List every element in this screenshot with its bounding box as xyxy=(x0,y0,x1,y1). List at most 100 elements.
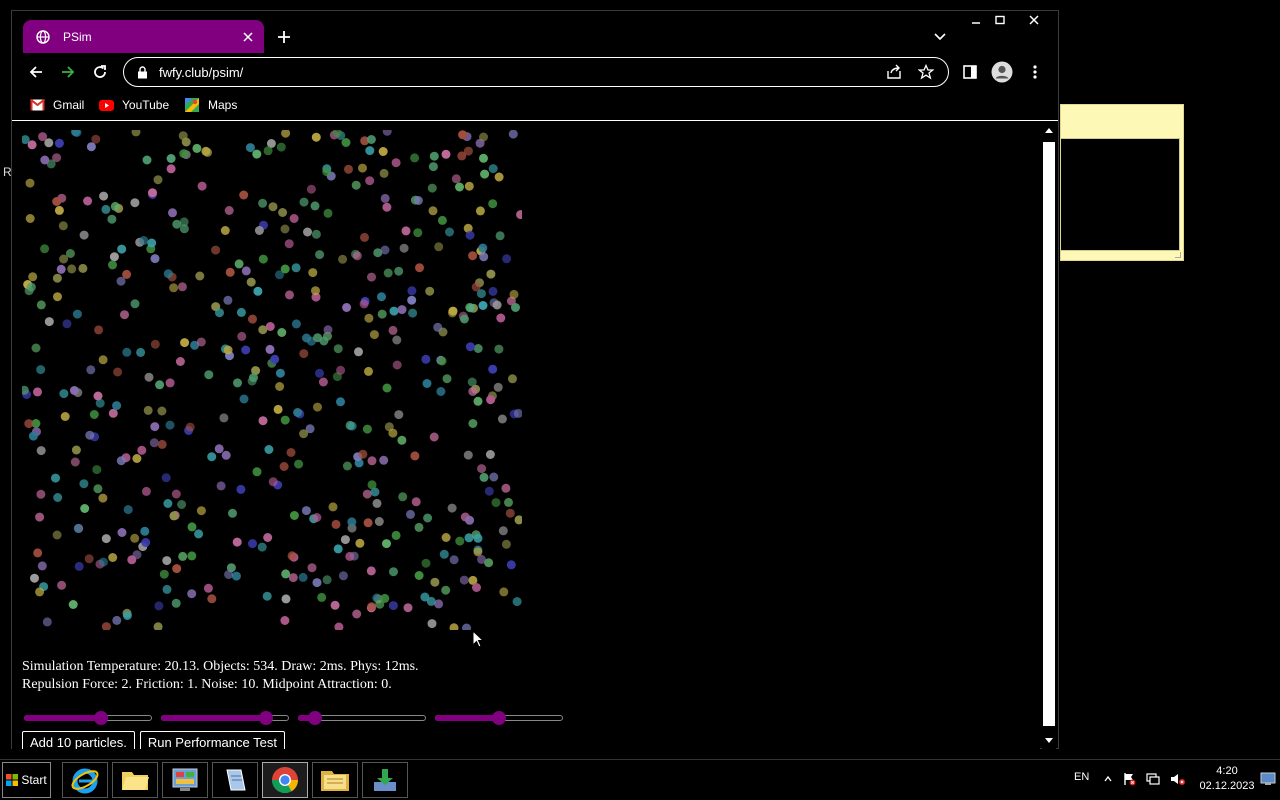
language-indicator[interactable]: EN xyxy=(1074,771,1089,783)
particle xyxy=(231,571,241,581)
chrome-icon[interactable] xyxy=(262,762,308,798)
particle xyxy=(291,263,301,273)
sticky-note-body[interactable] xyxy=(1061,138,1180,251)
bookmark-star-icon[interactable] xyxy=(916,62,936,82)
url-text[interactable]: fwfy.club/psim/ xyxy=(159,65,884,80)
particle xyxy=(307,563,317,573)
side-panel-icon[interactable] xyxy=(960,62,980,82)
particle xyxy=(336,365,346,375)
particle xyxy=(512,597,522,607)
particle xyxy=(347,421,357,431)
particle xyxy=(479,153,488,163)
show-desktop-icon[interactable] xyxy=(1259,770,1277,788)
bookmark-youtube[interactable]: YouTube xyxy=(98,97,169,113)
download-icon[interactable] xyxy=(362,762,408,798)
particle xyxy=(211,245,221,255)
bookmark-maps[interactable]: Maps xyxy=(184,97,237,113)
particle xyxy=(301,506,311,516)
particle xyxy=(37,561,47,571)
particle xyxy=(101,534,111,544)
particle xyxy=(86,142,96,152)
midpoint-attraction-slider[interactable] xyxy=(435,710,563,726)
maximize-icon[interactable] xyxy=(988,11,1012,29)
vertical-scrollbar[interactable] xyxy=(1042,122,1056,749)
particle xyxy=(468,419,478,428)
particle xyxy=(71,445,81,455)
particle xyxy=(423,513,433,523)
close-tab-icon[interactable] xyxy=(240,29,256,45)
browser-toolbar: fwfy.club/psim/ xyxy=(12,53,1058,91)
particle xyxy=(479,132,488,142)
particle xyxy=(479,472,489,482)
particle xyxy=(258,325,268,335)
particle xyxy=(98,355,108,365)
particle xyxy=(268,202,278,212)
particle xyxy=(367,272,376,282)
particle xyxy=(303,227,312,237)
particle xyxy=(392,335,402,345)
action-center-warning-icon[interactable] xyxy=(1121,771,1137,787)
menu-kebab-icon[interactable] xyxy=(1025,62,1045,82)
back-arrow-icon[interactable] xyxy=(26,62,46,82)
particle xyxy=(488,286,498,296)
profile-avatar-icon[interactable] xyxy=(990,60,1014,84)
particle xyxy=(494,172,504,182)
particle xyxy=(377,292,386,302)
internet-explorer-icon[interactable] xyxy=(62,762,108,798)
particle xyxy=(136,347,146,357)
scroll-down-icon[interactable] xyxy=(1045,738,1053,743)
new-tab-icon[interactable] xyxy=(274,27,294,47)
particle xyxy=(207,594,217,604)
particle xyxy=(263,533,273,542)
share-icon[interactable] xyxy=(884,62,904,82)
scroll-up-icon[interactable] xyxy=(1045,128,1053,133)
repulsion-force-slider[interactable] xyxy=(24,710,152,726)
friction-slider[interactable] xyxy=(161,710,289,726)
minimize-icon[interactable] xyxy=(964,11,988,29)
particle xyxy=(427,183,437,193)
particle xyxy=(362,424,372,434)
start-button[interactable]: Start xyxy=(2,762,51,798)
particle xyxy=(389,306,399,316)
sticky-note[interactable] xyxy=(1060,104,1184,261)
address-bar[interactable]: fwfy.club/psim/ xyxy=(123,57,949,87)
network-icon[interactable] xyxy=(1145,771,1161,787)
particle xyxy=(397,305,407,315)
particle xyxy=(95,398,105,408)
particle xyxy=(504,497,513,507)
particle xyxy=(157,439,167,449)
add-particles-button[interactable]: Add 10 particles. xyxy=(22,731,135,749)
volume-muted-icon[interactable] xyxy=(1170,771,1186,787)
forward-arrow-icon[interactable] xyxy=(58,62,78,82)
show-hidden-icons-chevron-icon[interactable] xyxy=(1100,771,1116,787)
run-performance-test-button[interactable]: Run Performance Test xyxy=(139,731,285,749)
scrollbar-thumb[interactable] xyxy=(1043,142,1055,726)
particle xyxy=(365,176,375,186)
tab-psim[interactable]: PSim xyxy=(23,20,264,53)
close-window-icon[interactable] xyxy=(1022,11,1046,29)
tab-search-chevron-icon[interactable] xyxy=(930,27,950,47)
system-clock[interactable]: 4:20 02.12.2023 xyxy=(1196,764,1258,794)
particle xyxy=(299,197,309,207)
folder-icon[interactable] xyxy=(112,762,158,798)
particle xyxy=(382,539,391,549)
file-explorer-icon[interactable] xyxy=(312,762,358,798)
particle xyxy=(342,303,352,312)
particle-simulation-canvas[interactable] xyxy=(22,130,522,630)
particle xyxy=(122,611,132,620)
bookmark-gmail[interactable]: Gmail xyxy=(29,97,84,113)
notepad-icon[interactable] xyxy=(212,762,258,798)
resize-grip-icon[interactable] xyxy=(1175,252,1181,258)
particle xyxy=(380,193,390,203)
particle xyxy=(333,544,343,554)
noise-slider[interactable] xyxy=(298,710,426,726)
particle xyxy=(252,467,262,477)
control-panel-icon[interactable] xyxy=(162,762,208,798)
particle xyxy=(360,232,369,242)
reload-icon[interactable] xyxy=(90,62,110,82)
lock-icon[interactable] xyxy=(136,65,148,79)
particle xyxy=(392,360,402,370)
particle xyxy=(196,337,206,347)
parameter-sliders xyxy=(24,710,584,726)
particle xyxy=(141,538,151,547)
